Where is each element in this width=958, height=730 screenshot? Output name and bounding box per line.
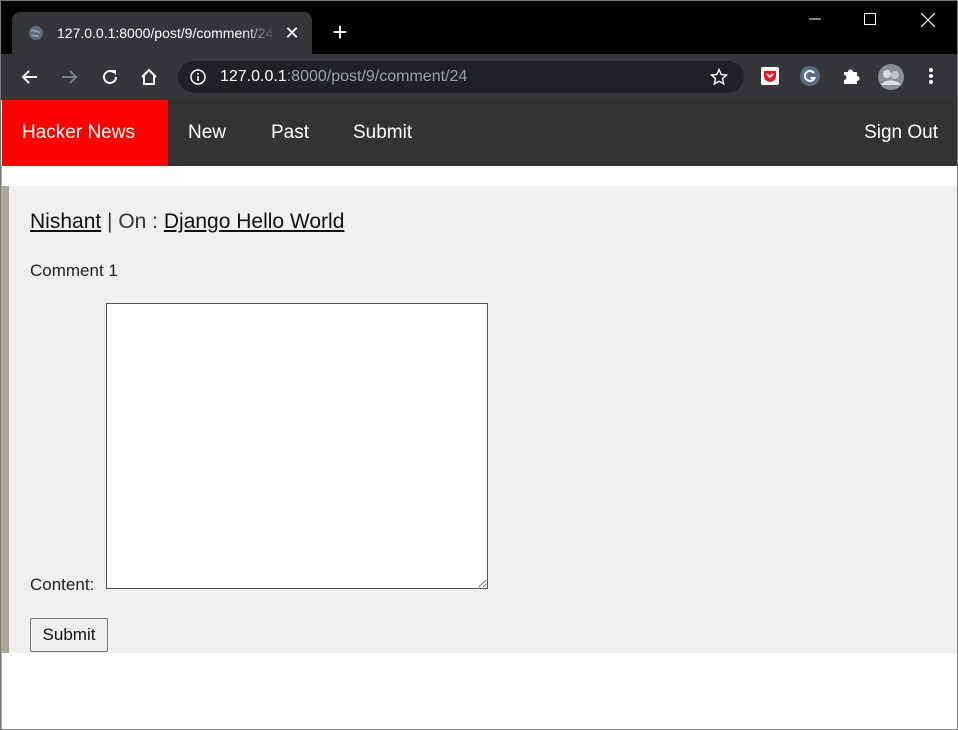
menu-icon[interactable] <box>920 65 942 87</box>
url-host: 127.0.0.1 <box>220 68 287 85</box>
info-icon[interactable] <box>190 69 206 85</box>
nav-brand-link[interactable]: Hacker News <box>2 100 168 166</box>
close-window-button[interactable] <box>900 0 956 40</box>
content-left-edge <box>2 186 9 653</box>
star-icon[interactable] <box>709 67 729 86</box>
submit-button[interactable]: Submit <box>30 618 108 652</box>
new-tab-button[interactable]: + <box>327 19 353 46</box>
extensions-icon[interactable] <box>840 65 862 87</box>
meta-separator: | On : <box>101 210 164 233</box>
forward-icon[interactable] <box>59 67 79 87</box>
comment-panel: Nishant | On : Django Hello World Commen… <box>9 186 958 653</box>
tab-title: 127.0.0.1:8000/post/9/comment/24 <box>57 25 274 41</box>
nav-new-link[interactable]: New <box>168 100 246 166</box>
site-navbar: Hacker News New Past Submit Sign Out <box>2 100 958 166</box>
post-title-link[interactable]: Django Hello World <box>164 210 345 233</box>
globe-icon <box>28 25 44 41</box>
comment-meta: Nishant | On : Django Hello World <box>30 209 344 235</box>
content-textarea[interactable] <box>106 303 488 589</box>
nav-submit-link[interactable]: Submit <box>333 100 432 166</box>
minimize-button[interactable] <box>788 0 844 40</box>
home-icon[interactable] <box>139 67 159 87</box>
back-icon[interactable] <box>20 67 40 87</box>
address-bar[interactable]: 127.0.0.1:8000/post/9/comment/24 <box>178 61 744 93</box>
nav-sign-out-link[interactable]: Sign Out <box>844 100 958 166</box>
browser-tab[interactable]: 127.0.0.1:8000/post/9/comment/24 ✕ <box>12 12 312 54</box>
browser-toolbar: 127.0.0.1:8000/post/9/comment/24 <box>0 54 958 100</box>
browser-titlebar: 127.0.0.1:8000/post/9/comment/24 ✕ + <box>0 0 958 54</box>
tab-close-icon[interactable]: ✕ <box>282 23 302 43</box>
reload-icon[interactable] <box>100 67 120 87</box>
content-label: Content: <box>30 575 95 594</box>
nav-past-link[interactable]: Past <box>251 100 329 166</box>
url-text: 127.0.0.1:8000/post/9/comment/24 <box>220 67 467 87</box>
avatar[interactable] <box>877 63 905 91</box>
grammarly-icon[interactable] <box>799 65 821 87</box>
pocket-icon[interactable] <box>759 65 781 87</box>
url-path: :8000/post/9/comment/24 <box>286 68 468 85</box>
maximize-button[interactable] <box>843 0 899 40</box>
web-page: Hacker News New Past Submit Sign Out Nis… <box>0 100 958 730</box>
author-link[interactable]: Nishant <box>30 210 101 233</box>
comment-text: Comment 1 <box>30 261 118 280</box>
